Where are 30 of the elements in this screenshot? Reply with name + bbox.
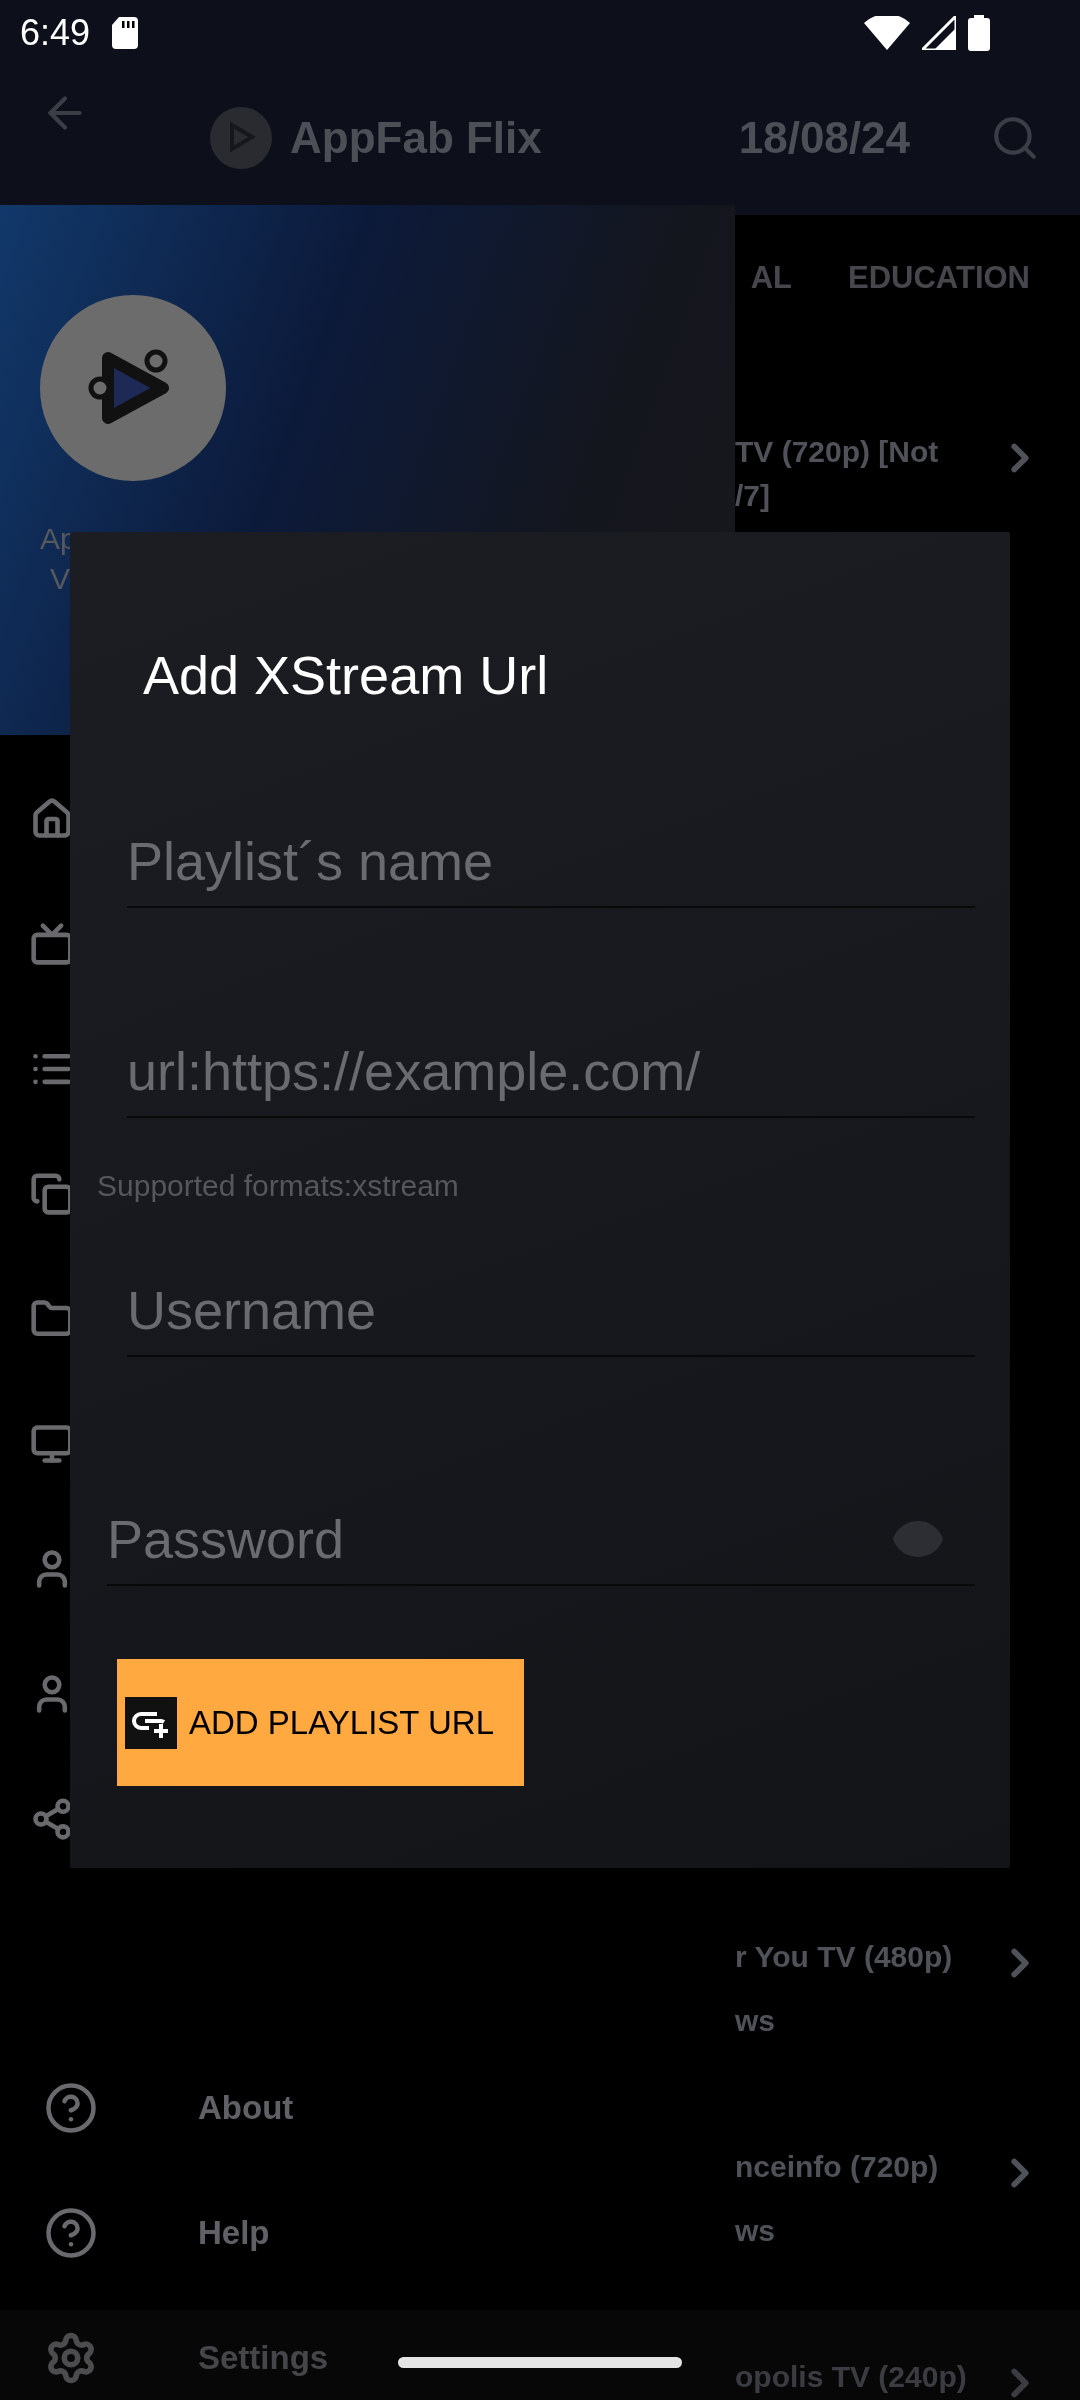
text-field[interactable]: url:https://example.com/: [127, 1026, 975, 1118]
category-tab[interactable]: AL: [750, 259, 792, 296]
menu-item[interactable]: Settings: [198, 2338, 329, 2377]
link-plus-icon: [125, 1696, 177, 1749]
sd-card-icon: [112, 17, 139, 49]
channel-title: r You TV (480p): [735, 1940, 954, 1974]
app-title: AppFab Flix: [290, 112, 542, 163]
help-icon: [44, 2080, 98, 2135]
text-field[interactable]: Username: [127, 1265, 975, 1357]
help-icon: [44, 2205, 98, 2260]
dialog-title: Add XStream Url: [143, 644, 550, 706]
date-text: 18/08/24: [738, 112, 910, 163]
channel-title: /7]: [735, 479, 771, 513]
battery-icon: [968, 15, 990, 51]
channel-title: TV (720p) [Not: [735, 435, 940, 469]
channel-title: opolis TV (240p): [735, 2360, 968, 2394]
menu-item[interactable]: About: [198, 2088, 294, 2127]
menu-item[interactable]: Help: [198, 2213, 270, 2252]
channel-category: ws: [735, 2214, 777, 2248]
status-time: 6:49: [20, 12, 91, 54]
add-playlist-button[interactable]: ADD PLAYLIST URL: [117, 1659, 524, 1786]
category-tab[interactable]: EDUCATION: [848, 259, 1030, 296]
channel-category: ws: [735, 2004, 777, 2038]
text-field[interactable]: Playlist´s name: [127, 816, 975, 908]
password-field[interactable]: Password: [107, 1508, 891, 1570]
header-text: V: [50, 561, 71, 597]
app-logo-icon: [210, 106, 272, 169]
wifi-icon: [864, 16, 910, 50]
channel-title: nceinfo (720p): [735, 2150, 940, 2184]
helper-text: Supported formats:xstream: [97, 1169, 460, 1203]
